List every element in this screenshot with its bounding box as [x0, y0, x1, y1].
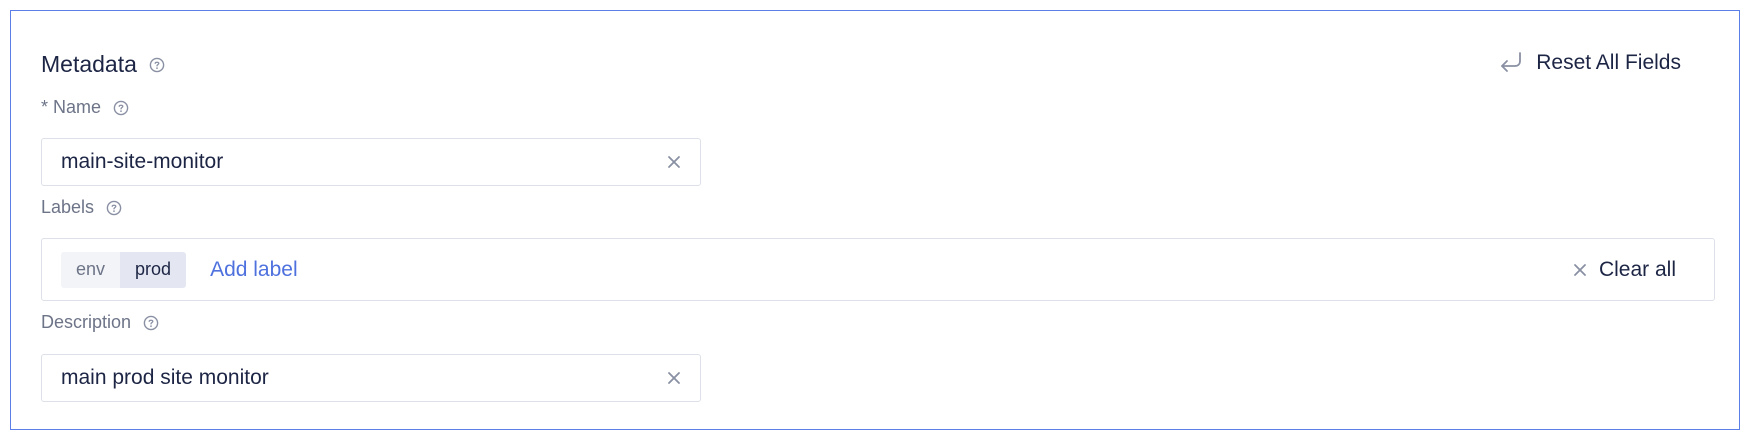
- help-icon[interactable]: [149, 57, 165, 73]
- close-icon: [1574, 263, 1586, 276]
- name-input-value[interactable]: main-site-monitor: [61, 150, 662, 174]
- name-input[interactable]: main-site-monitor: [41, 138, 701, 186]
- reset-all-fields-label: Reset All Fields: [1536, 51, 1681, 74]
- help-icon[interactable]: [106, 200, 122, 216]
- description-input[interactable]: main prod site monitor: [41, 354, 701, 402]
- section-header: Metadata: [41, 51, 165, 78]
- reset-icon: [1501, 52, 1522, 72]
- label-chip[interactable]: env prod: [61, 251, 187, 288]
- clear-description-icon[interactable]: [662, 366, 686, 390]
- name-field-label: * Name: [41, 97, 129, 118]
- description-field-label: Description: [41, 312, 159, 333]
- help-icon[interactable]: [143, 315, 159, 331]
- reset-all-fields-button[interactable]: Reset All Fields: [1497, 50, 1681, 76]
- section-title: Metadata: [41, 51, 137, 77]
- clear-all-label: Clear all: [1598, 257, 1676, 281]
- labels-label-text: Labels: [41, 197, 95, 217]
- name-label-text: * Name: [41, 97, 102, 117]
- clear-all-labels-button[interactable]: Clear all: [1573, 239, 1676, 300]
- add-label-button[interactable]: Add label: [210, 258, 298, 282]
- labels-field-label: Labels: [41, 197, 122, 218]
- label-chip-value: prod: [120, 251, 187, 288]
- clear-name-icon[interactable]: [662, 150, 686, 174]
- description-input-value[interactable]: main prod site monitor: [61, 366, 662, 390]
- description-label-text: Description: [41, 312, 132, 332]
- help-icon[interactable]: [113, 100, 129, 116]
- label-chip-key: env: [61, 251, 121, 288]
- metadata-panel: Metadata Reset All Fields * Name main-si…: [10, 10, 1740, 430]
- labels-input[interactable]: env prod Add label Clear all: [41, 238, 1715, 301]
